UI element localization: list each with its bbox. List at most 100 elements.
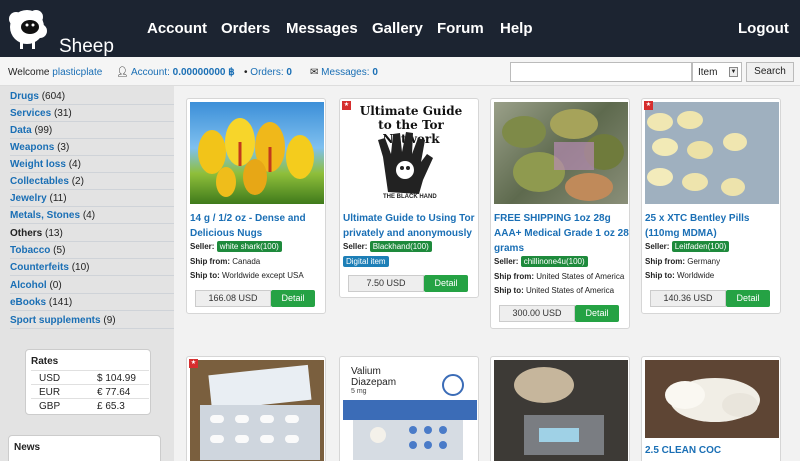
nav-messages[interactable]: Messages	[286, 20, 358, 37]
search-input[interactable]	[510, 62, 692, 82]
ship-to-label: Ship to:	[645, 271, 675, 280]
listing-title[interactable]: FREE SHIPPING 1oz 28g AAA+ Medical Grade…	[494, 211, 630, 256]
listing-card[interactable]	[490, 356, 630, 461]
category-name[interactable]: Others	[10, 228, 42, 239]
listing-ship-to: Ship to: United States of America	[494, 286, 614, 295]
listing-card[interactable]: Valium Diazepam 5 mg	[339, 356, 479, 461]
listing-image[interactable]	[190, 360, 324, 461]
listing-ship-to: Ship to: Worldwide	[645, 271, 714, 280]
detail-button[interactable]: Detail	[424, 275, 468, 292]
category-name[interactable]: Data	[10, 125, 32, 136]
listing-image[interactable]	[190, 102, 324, 204]
sidebar-item-others[interactable]: Others (13)	[10, 225, 174, 242]
listing-image[interactable]: Valium Diazepam 5 mg	[343, 360, 477, 461]
category-name[interactable]: Metals, Stones	[10, 210, 80, 221]
listing-card[interactable]: Ultimate Guide to the Tor Network THE BL…	[339, 98, 479, 298]
detail-button[interactable]: Detail	[575, 305, 619, 322]
seller-label: Seller:	[494, 257, 519, 266]
news-title: News	[14, 442, 41, 453]
listing-seller: Seller: Leitfaden(100)	[645, 241, 730, 252]
seller-badge[interactable]: white shark(100)	[216, 241, 282, 252]
search-type-select[interactable]: Item ▼	[692, 62, 742, 82]
detail-button[interactable]: Detail	[271, 290, 315, 307]
listing-card[interactable]: 14 g / 1/2 oz - Dense and Delicious Nugs…	[186, 98, 326, 314]
orders-count[interactable]: • Orders: 0	[244, 67, 292, 78]
detail-button[interactable]: Detail	[726, 290, 770, 307]
listing-card[interactable]: FREE SHIPPING 1oz 28g AAA+ Medical Grade…	[490, 98, 630, 329]
messages-count[interactable]: ✉ Messages: 0	[310, 67, 378, 78]
listing-card[interactable]: ★	[186, 356, 326, 461]
flower-image	[198, 118, 314, 197]
sheep-logo[interactable]: Sheep	[6, 5, 126, 57]
sidebar-item-drugs[interactable]: Drugs (604)	[10, 88, 174, 105]
sidebar-item-metals-stones[interactable]: Metals, Stones (4)	[10, 207, 174, 224]
listing-card[interactable]: ★ 25 x XTC Bentley Pills (110mg MDMA) Se…	[641, 98, 781, 314]
messages-value: 0	[372, 67, 378, 78]
category-name[interactable]: Jewelry	[10, 193, 47, 204]
listing-image[interactable]: Ultimate Guide to the Tor Network THE BL…	[343, 102, 477, 204]
welcome-label: Welcome	[8, 67, 50, 78]
category-count: (13)	[45, 228, 63, 239]
listing-title[interactable]: 25 x XTC Bentley Pills (110mg MDMA)	[645, 211, 781, 241]
nav-account[interactable]: Account	[147, 20, 207, 37]
seller-label: Seller:	[190, 242, 215, 251]
sidebar-item-jewelry[interactable]: Jewelry (11)	[10, 190, 174, 207]
sidebar-item-counterfeits[interactable]: Counterfeits (10)	[10, 259, 174, 276]
sidebar-item-tobacco[interactable]: Tobacco (5)	[10, 242, 174, 259]
listing-card[interactable]: 2.5 CLEAN COC	[641, 356, 781, 461]
sidebar-item-weight-loss[interactable]: Weight loss (4)	[10, 156, 174, 173]
category-name[interactable]: Collectables	[10, 176, 69, 187]
seller-badge[interactable]: Blackhand(100)	[369, 241, 432, 252]
category-count: (2)	[71, 176, 84, 187]
nav-forum[interactable]: Forum	[437, 20, 484, 37]
ship-to-label: Ship to:	[494, 286, 524, 295]
category-name[interactable]: Alcohol	[10, 280, 47, 291]
account-balance[interactable]: 👤︎ Account: 0.00000000 ฿	[116, 67, 235, 78]
category-name[interactable]: Tobacco	[10, 245, 50, 256]
rates-title: Rates	[31, 356, 59, 367]
category-count: (99)	[34, 125, 53, 136]
sidebar-item-collectables[interactable]: Collectables (2)	[10, 173, 174, 190]
seller-badge[interactable]: Leitfaden(100)	[671, 241, 730, 252]
category-name[interactable]: Weapons	[10, 142, 54, 153]
search-button[interactable]: Search	[746, 62, 794, 82]
nav-logout[interactable]: Logout	[738, 20, 789, 37]
listing-title[interactable]: Ultimate Guide to Using Tor privately an…	[343, 211, 479, 241]
category-name[interactable]: Sport supplements	[10, 315, 101, 326]
listing-image[interactable]	[494, 360, 628, 461]
rate-value: € 77.64	[97, 387, 131, 398]
username-link[interactable]: plasticplate	[52, 67, 102, 78]
sidebar-item-services[interactable]: Services (31)	[10, 105, 174, 122]
listing-title[interactable]: 2.5 CLEAN COC	[645, 443, 781, 458]
sidebar-item-ebooks[interactable]: eBooks (141)	[10, 294, 174, 311]
category-name[interactable]: Drugs	[10, 91, 39, 102]
featured-star-icon: ★	[644, 101, 653, 110]
sidebar-item-data[interactable]: Data (99)	[10, 122, 174, 139]
category-name[interactable]: Services	[10, 108, 51, 119]
listing-image[interactable]	[494, 102, 628, 204]
nav-orders[interactable]: Orders	[221, 20, 270, 37]
listing-digital: Digital item	[343, 256, 389, 267]
listing-image[interactable]	[645, 360, 779, 438]
rate-row: EUR € 77.64	[31, 384, 149, 398]
category-name[interactable]: Counterfeits	[10, 262, 69, 273]
listing-image[interactable]	[645, 102, 779, 204]
sidebar-item-weapons[interactable]: Weapons (3)	[10, 139, 174, 156]
top-navbar: Sheep Account Orders Messages Gallery Fo…	[0, 0, 800, 57]
seller-badge[interactable]: chillinone4u(100)	[520, 256, 588, 267]
category-name[interactable]: Weight loss	[10, 159, 66, 170]
rate-row: GBP £ 65.3	[31, 398, 149, 412]
envelope-icon: ✉	[310, 67, 319, 78]
ship-to-value: United States of America	[526, 286, 615, 295]
sidebar-item-alcohol[interactable]: Alcohol (0)	[10, 277, 174, 294]
seller-label: Seller:	[645, 242, 670, 251]
listing-seller: Seller: white shark(100)	[190, 241, 282, 252]
category-count: (11)	[49, 193, 67, 204]
chevron-down-icon: ▼	[729, 67, 738, 77]
account-value: 0.00000000 ฿	[172, 67, 235, 78]
nav-gallery[interactable]: Gallery	[372, 20, 423, 37]
category-name[interactable]: eBooks	[10, 297, 46, 308]
nav-help[interactable]: Help	[500, 20, 533, 37]
listing-title[interactable]: 14 g / 1/2 oz - Dense and Delicious Nugs	[190, 211, 326, 241]
sidebar-item-sport-supplements[interactable]: Sport supplements (9)	[10, 312, 174, 329]
